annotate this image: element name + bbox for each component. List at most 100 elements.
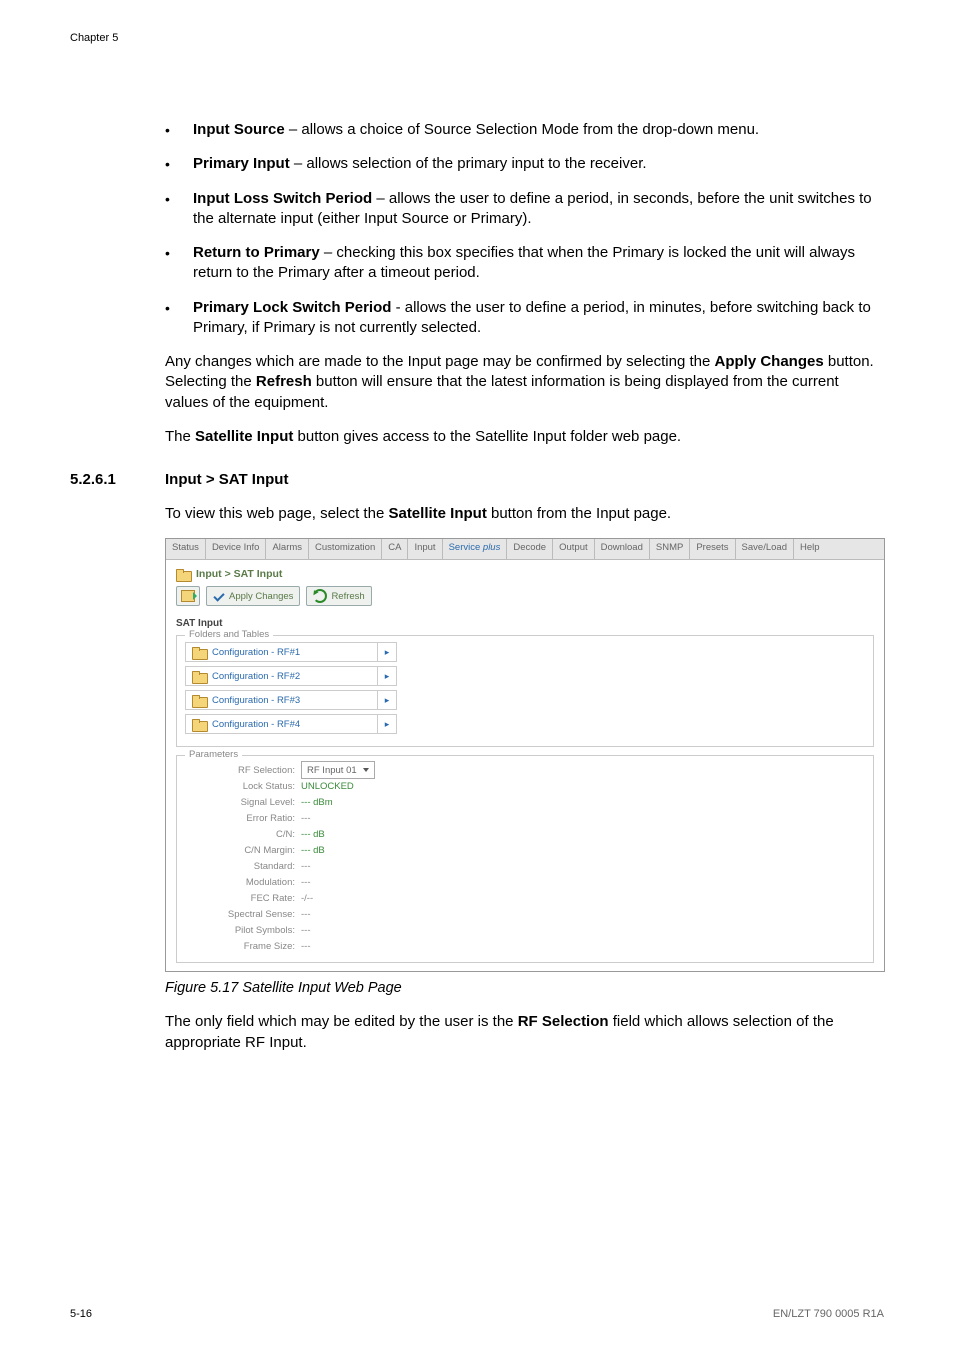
section-heading: 5.2.6.1 Input > SAT Input bbox=[70, 471, 885, 488]
param-value: --- bbox=[301, 925, 311, 936]
folder-icon bbox=[192, 695, 206, 706]
chevron-right-icon[interactable]: ▸ bbox=[377, 643, 396, 661]
figure-caption: Figure 5.17 Satellite Input Web Page bbox=[165, 980, 885, 996]
list-item: • Input Source – allows a choice of Sour… bbox=[165, 120, 885, 140]
breadcrumb-text: Input > SAT Input bbox=[196, 568, 282, 580]
param-value: UNLOCKED bbox=[301, 781, 354, 792]
tab-customization[interactable]: Customization bbox=[309, 539, 382, 559]
tab-input[interactable]: Input bbox=[408, 539, 442, 559]
rf-selection-select[interactable]: RF Input 01 bbox=[301, 761, 375, 779]
tab-download[interactable]: Download bbox=[595, 539, 650, 559]
bullet-term: Return to Primary bbox=[193, 244, 320, 261]
param-row: Error Ratio: --- bbox=[185, 810, 865, 826]
toolbar: Apply Changes Refresh bbox=[166, 586, 884, 614]
tab-output[interactable]: Output bbox=[553, 539, 595, 559]
chevron-right-icon[interactable]: ▸ bbox=[377, 691, 396, 709]
list-item: • Primary Input – allows selection of th… bbox=[165, 154, 885, 174]
page-footer: 5-16 EN/LZT 790 0005 R1A bbox=[70, 1308, 884, 1320]
folder-row[interactable]: Configuration - RF#4 ▸ bbox=[185, 714, 397, 734]
folder-label: Configuration - RF#2 bbox=[212, 671, 300, 682]
param-value: --- bbox=[301, 909, 311, 920]
paragraph: To view this web page, select the Satell… bbox=[165, 504, 885, 524]
list-item: • Primary Lock Switch Period - allows th… bbox=[165, 298, 885, 339]
bullet-dot-icon: • bbox=[165, 189, 193, 209]
param-label: C/N Margin: bbox=[185, 845, 301, 856]
folder-row[interactable]: Configuration - RF#1 ▸ bbox=[185, 642, 397, 662]
tab-status[interactable]: Status bbox=[166, 539, 206, 559]
param-row: Lock Status: UNLOCKED bbox=[185, 778, 865, 794]
param-label: FEC Rate: bbox=[185, 893, 301, 904]
param-label: C/N: bbox=[185, 829, 301, 840]
bullet-desc: – allows selection of the primary input … bbox=[290, 155, 647, 172]
param-label: RF Selection: bbox=[185, 765, 301, 776]
section-number: 5.2.6.1 bbox=[70, 471, 165, 488]
param-row: Standard: --- bbox=[185, 858, 865, 874]
tab-snmp[interactable]: SNMP bbox=[650, 539, 690, 559]
tab-decode[interactable]: Decode bbox=[507, 539, 553, 559]
navigate-icon bbox=[181, 590, 195, 602]
folder-row[interactable]: Configuration - RF#2 ▸ bbox=[185, 666, 397, 686]
page-number: 5-16 bbox=[70, 1308, 92, 1320]
rf-selection-value: RF Input 01 bbox=[307, 765, 357, 776]
refresh-label: Refresh bbox=[331, 591, 364, 602]
tab-ca[interactable]: CA bbox=[382, 539, 408, 559]
param-value: -/-- bbox=[301, 893, 313, 904]
group-title: SAT Input bbox=[166, 614, 884, 631]
bullet-dot-icon: • bbox=[165, 120, 193, 140]
bullet-term: Input Source bbox=[193, 121, 285, 138]
param-value: --- bbox=[301, 877, 311, 888]
bullet-dot-icon: • bbox=[165, 298, 193, 318]
parameters-legend: Parameters bbox=[185, 749, 242, 760]
bullet-term: Primary Lock Switch Period bbox=[193, 299, 391, 316]
refresh-icon bbox=[313, 589, 327, 603]
folder-icon bbox=[192, 671, 206, 682]
folder-icon bbox=[192, 719, 206, 730]
doc-code: EN/LZT 790 0005 R1A bbox=[773, 1308, 884, 1320]
bullet-desc: – allows a choice of Source Selection Mo… bbox=[285, 121, 759, 138]
folders-legend: Folders and Tables bbox=[185, 629, 273, 640]
param-value: --- bbox=[301, 861, 311, 872]
apply-changes-label: Apply Changes bbox=[229, 591, 293, 602]
param-label: Lock Status: bbox=[185, 781, 301, 792]
chevron-right-icon[interactable]: ▸ bbox=[377, 667, 396, 685]
param-value: --- dB bbox=[301, 845, 325, 856]
list-item: • Return to Primary – checking this box … bbox=[165, 243, 885, 284]
refresh-button[interactable]: Refresh bbox=[306, 586, 371, 606]
folder-row[interactable]: Configuration - RF#3 ▸ bbox=[185, 690, 397, 710]
parameters-fieldset: Parameters RF Selection: RF Input 01 Loc… bbox=[176, 755, 874, 963]
param-label: Modulation: bbox=[185, 877, 301, 888]
param-value: --- bbox=[301, 813, 311, 824]
bullet-dot-icon: • bbox=[165, 243, 193, 263]
param-label: Pilot Symbols: bbox=[185, 925, 301, 936]
param-row: Spectral Sense: --- bbox=[185, 906, 865, 922]
tab-device-info[interactable]: Device Info bbox=[206, 539, 267, 559]
tab-service-plus[interactable]: Service plus bbox=[443, 539, 508, 559]
bullet-dot-icon: • bbox=[165, 154, 193, 174]
tab-help[interactable]: Help bbox=[794, 539, 826, 559]
tab-presets[interactable]: Presets bbox=[690, 539, 735, 559]
web-page-screenshot: Status Device Info Alarms Customization … bbox=[165, 538, 885, 972]
folder-label: Configuration - RF#3 bbox=[212, 695, 300, 706]
folders-fieldset: Folders and Tables Configuration - RF#1 … bbox=[176, 635, 874, 747]
param-label: Frame Size: bbox=[185, 941, 301, 952]
folder-label: Configuration - RF#1 bbox=[212, 647, 300, 658]
navigate-button[interactable] bbox=[176, 586, 200, 606]
chevron-right-icon[interactable]: ▸ bbox=[377, 715, 396, 733]
tab-alarms[interactable]: Alarms bbox=[266, 539, 309, 559]
param-row: FEC Rate: -/-- bbox=[185, 890, 865, 906]
param-label: Signal Level: bbox=[185, 797, 301, 808]
apply-changes-button[interactable]: Apply Changes bbox=[206, 586, 300, 606]
chevron-down-icon bbox=[363, 768, 369, 772]
folder-label: Configuration - RF#4 bbox=[212, 719, 300, 730]
paragraph: Any changes which are made to the Input … bbox=[165, 352, 885, 413]
param-row: Signal Level: --- dBm bbox=[185, 794, 865, 810]
param-label: Standard: bbox=[185, 861, 301, 872]
param-label: Spectral Sense: bbox=[185, 909, 301, 920]
param-row-rf-selection: RF Selection: RF Input 01 bbox=[185, 762, 865, 778]
param-row: C/N Margin: --- dB bbox=[185, 842, 865, 858]
folder-icon bbox=[192, 647, 206, 658]
paragraph: The only field which may be edited by th… bbox=[165, 1012, 885, 1053]
bullet-list: • Input Source – allows a choice of Sour… bbox=[165, 120, 885, 338]
tab-save-load[interactable]: Save/Load bbox=[736, 539, 794, 559]
breadcrumb: Input > SAT Input bbox=[166, 560, 884, 586]
